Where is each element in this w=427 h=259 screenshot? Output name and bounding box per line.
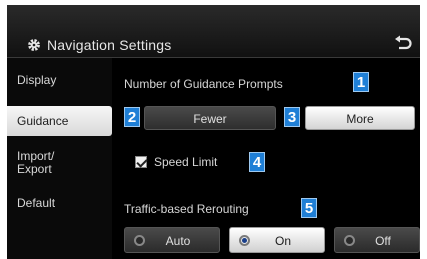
page-title: Navigation Settings bbox=[47, 37, 172, 53]
sidebar-item-display[interactable]: Display bbox=[7, 74, 112, 94]
callout-badge-3: 3 bbox=[284, 107, 300, 127]
back-arrow-icon[interactable] bbox=[393, 35, 413, 53]
fewer-button[interactable]: Fewer bbox=[144, 106, 276, 130]
guidance-settings-panel: Number of Guidance Prompts 1 2 Fewer 3 M… bbox=[112, 58, 420, 259]
gear-icon bbox=[28, 39, 40, 51]
guidance-prompts-label: Number of Guidance Prompts bbox=[124, 77, 283, 91]
speed-limit-checkbox[interactable] bbox=[135, 156, 147, 168]
sidebar-item-guidance[interactable]: Guidance bbox=[7, 106, 112, 136]
rerouting-auto-label: Auto bbox=[165, 234, 191, 248]
traffic-rerouting-label: Traffic-based Rerouting bbox=[124, 202, 249, 216]
sidebar-item-import-export[interactable]: Import/ Export bbox=[7, 150, 112, 180]
callout-badge-5: 5 bbox=[301, 198, 317, 218]
rerouting-on-option[interactable]: On bbox=[229, 227, 325, 253]
more-button[interactable]: More bbox=[305, 106, 415, 130]
callout-badge-4: 4 bbox=[249, 152, 265, 172]
title-bar: Navigation Settings bbox=[7, 5, 420, 58]
rerouting-off-option[interactable]: Off bbox=[334, 227, 420, 253]
settings-sidebar: Display Guidance Import/ Export Default bbox=[7, 58, 112, 259]
speed-limit-label: Speed Limit bbox=[154, 155, 218, 169]
callout-badge-1: 1 bbox=[353, 72, 369, 92]
navigation-settings-screen: Navigation Settings Display Guidance Imp… bbox=[7, 5, 420, 259]
rerouting-on-label: On bbox=[274, 234, 291, 248]
sidebar-item-default[interactable]: Default bbox=[7, 197, 112, 217]
rerouting-off-label: Off bbox=[375, 234, 391, 248]
rerouting-auto-option[interactable]: Auto bbox=[124, 227, 220, 253]
callout-badge-2: 2 bbox=[124, 107, 140, 127]
